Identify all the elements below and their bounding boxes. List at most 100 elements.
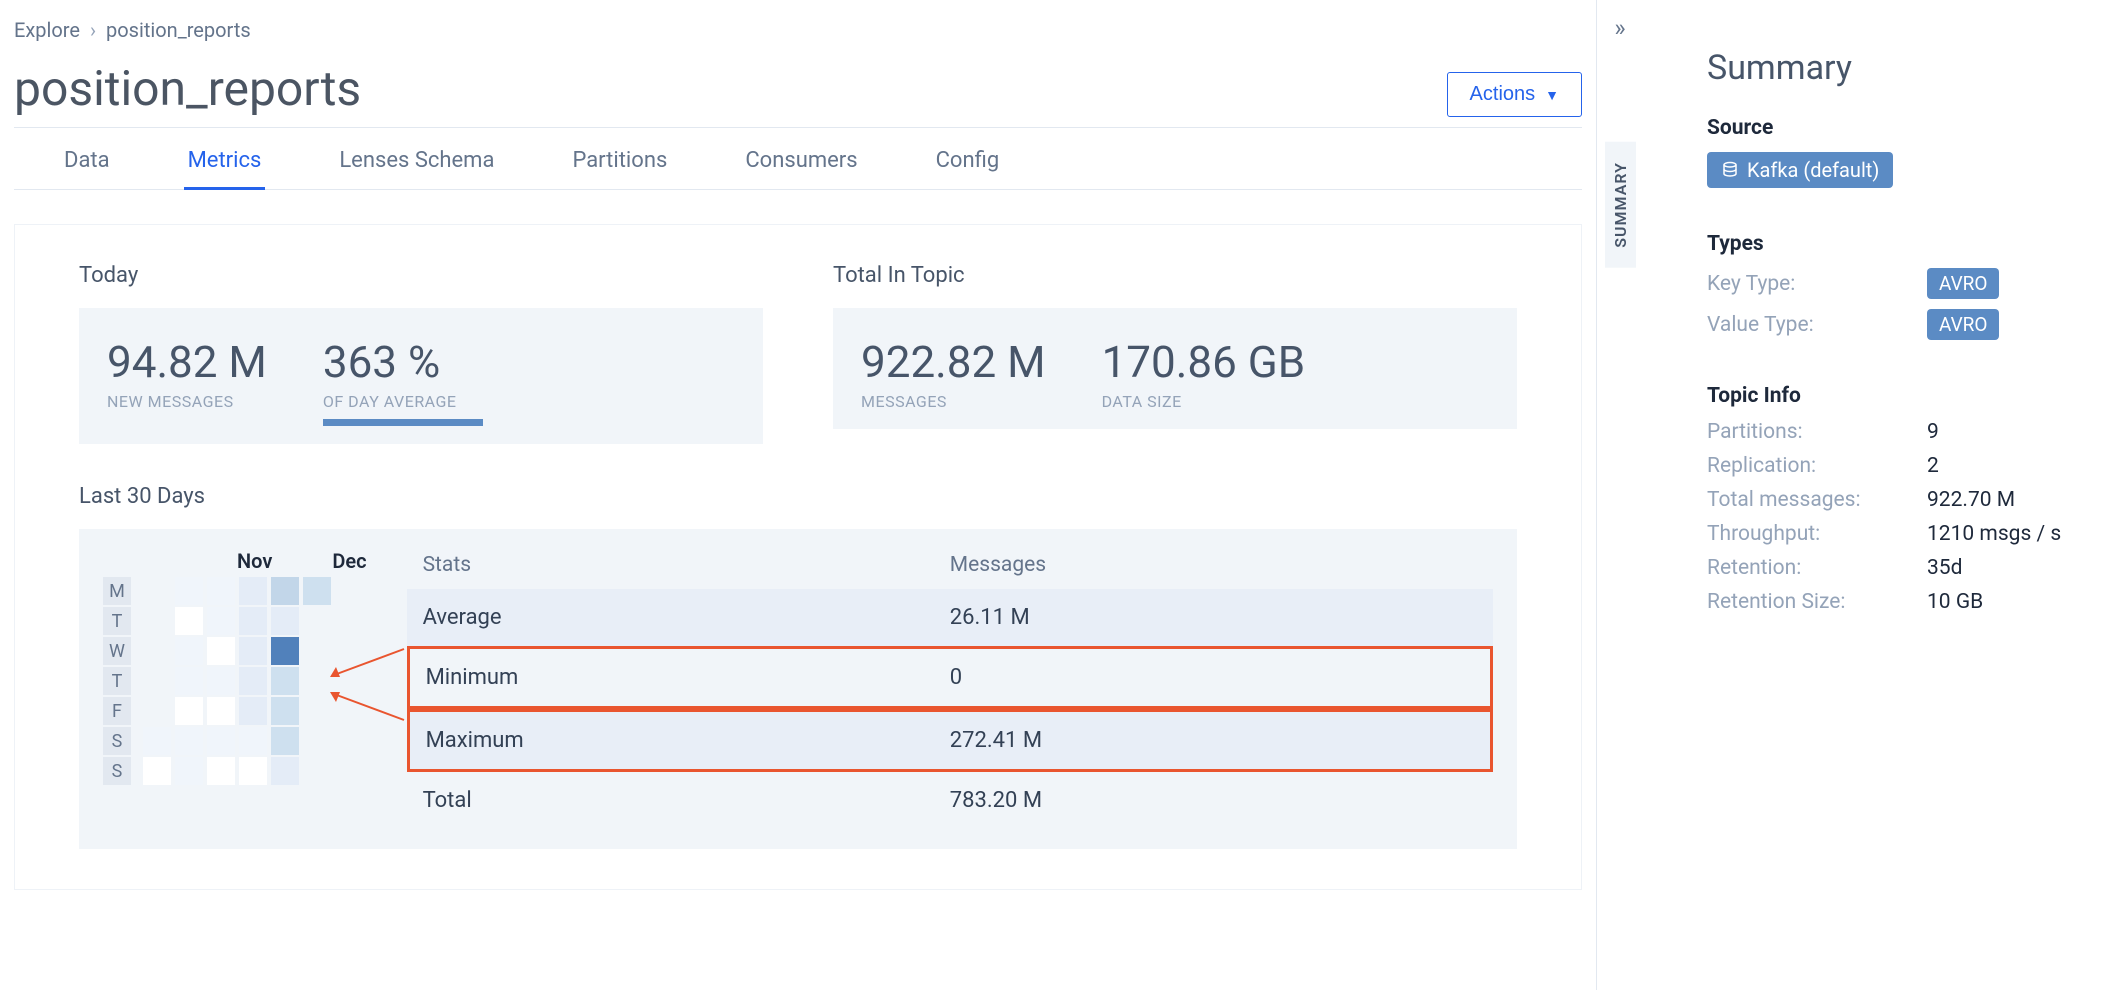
heatmap-cell[interactable] [143,757,171,785]
caret-down-icon: ▼ [1545,87,1559,103]
heatmap-cell[interactable] [207,727,235,755]
topic-info-row: Partitions:9 [1707,420,2127,444]
day-avg-bar [323,419,483,426]
heatmap-cell[interactable] [239,577,267,605]
day-label: T [103,607,131,635]
stats-row-messages: 26.11 M [950,605,1477,630]
heatmap: Nov Dec MTWTFSS [103,549,367,829]
value-type-badge[interactable]: AVRO [1927,309,1999,340]
data-size-label: DATA SIZE [1102,392,1306,411]
stats-row-messages: 0 [950,665,1474,690]
heatmap-cell[interactable] [303,577,331,605]
stats-row-stat: Minimum [426,665,950,690]
topic-info-row: Retention:35d [1707,556,2127,580]
topic-info-value: 2 [1927,454,1939,478]
heatmap-cell[interactable] [175,577,203,605]
topic-info-value: 35d [1927,556,1962,580]
heatmap-cell[interactable] [143,577,171,605]
chevron-right-icon: › [90,18,96,42]
topic-info-title: Topic Info [1707,384,2127,408]
month-dec: Dec [332,549,366,573]
day-label: W [103,637,131,665]
stats-col-header: Stats [423,553,950,577]
topic-info-key: Total messages: [1707,488,1927,512]
heatmap-cell[interactable] [175,757,203,785]
source-badge-label: Kafka (default) [1747,158,1879,182]
heatmap-cell[interactable] [239,727,267,755]
breadcrumb-root[interactable]: Explore [14,18,80,42]
heatmap-cell[interactable] [271,637,299,665]
heatmap-cell[interactable] [239,757,267,785]
heatmap-cell[interactable] [175,697,203,725]
heatmap-cell[interactable] [239,637,267,665]
heatmap-cell[interactable] [303,607,331,635]
heatmap-cell[interactable] [175,637,203,665]
value-type-label: Value Type: [1707,313,1927,337]
tab-data[interactable]: Data [60,134,114,189]
heatmap-cell[interactable] [239,607,267,635]
day-label: S [103,757,131,785]
heatmap-cell[interactable] [303,667,331,695]
heatmap-cell[interactable] [239,667,267,695]
topic-info-value: 922.70 M [1927,488,2015,512]
heatmap-cell[interactable] [303,697,331,725]
tab-lenses-schema[interactable]: Lenses Schema [335,134,498,189]
heatmap-cell[interactable] [143,697,171,725]
day-avg-label: OF DAY AVERAGE [323,392,483,411]
summary-title: Summary [1707,48,2127,88]
heatmap-cell[interactable] [271,697,299,725]
heatmap-cell[interactable] [207,667,235,695]
heatmap-cell[interactable] [143,667,171,695]
heatmap-cell[interactable] [271,667,299,695]
heatmap-cell[interactable] [175,607,203,635]
heatmap-cell[interactable] [207,577,235,605]
heatmap-cell[interactable] [207,607,235,635]
tab-consumers[interactable]: Consumers [741,134,861,189]
actions-button[interactable]: Actions ▼ [1447,72,1582,117]
topic-info-key: Retention: [1707,556,1927,580]
stats-table: Stats Messages Average26.11 MMinimum0Max… [407,549,1493,829]
tabs: Data Metrics Lenses Schema Partitions Co… [14,134,1582,190]
heatmap-cell[interactable] [303,727,331,755]
actions-label: Actions [1470,83,1536,106]
source-title: Source [1707,116,2127,140]
topic-info-key: Throughput: [1707,522,1927,546]
topic-info-key: Replication: [1707,454,1927,478]
summary-tab[interactable]: SUMMARY [1605,142,1636,268]
heatmap-cell[interactable] [175,727,203,755]
day-label: T [103,667,131,695]
heatmap-cell[interactable] [143,607,171,635]
topic-info-row: Replication:2 [1707,454,2127,478]
topic-info-value: 1210 msgs / s [1927,522,2061,546]
heatmap-cell[interactable] [207,697,235,725]
collapse-chevrons-icon[interactable]: » [1614,14,1625,42]
stats-row: Maximum272.41 M [407,709,1493,772]
source-badge[interactable]: Kafka (default) [1707,152,1893,188]
heatmap-cell[interactable] [271,727,299,755]
heatmap-cell[interactable] [303,757,331,785]
heatmap-cell[interactable] [175,667,203,695]
topic-info-value: 9 [1927,420,1939,444]
heatmap-cell[interactable] [143,637,171,665]
metrics-panel: Today 94.82 M NEW MESSAGES 363 % OF DAY … [14,224,1582,890]
types-title: Types [1707,232,2127,256]
tab-partitions[interactable]: Partitions [568,134,671,189]
month-nov: Nov [237,549,272,573]
last30-title: Last 30 Days [79,484,1517,509]
tab-config[interactable]: Config [932,134,1004,189]
heatmap-cell[interactable] [207,637,235,665]
today-title: Today [79,263,763,288]
stats-row-messages: 783.20 M [950,788,1477,813]
topic-info-key: Retention Size: [1707,590,1927,614]
heatmap-cell[interactable] [239,697,267,725]
today-stats: 94.82 M NEW MESSAGES 363 % OF DAY AVERAG… [79,308,763,444]
tab-metrics[interactable]: Metrics [184,134,266,190]
stats-row: Minimum0 [407,646,1493,709]
heatmap-cell[interactable] [303,637,331,665]
heatmap-cell[interactable] [207,757,235,785]
heatmap-cell[interactable] [271,577,299,605]
heatmap-cell[interactable] [271,607,299,635]
heatmap-cell[interactable] [271,757,299,785]
key-type-badge[interactable]: AVRO [1927,268,1999,299]
heatmap-cell[interactable] [143,727,171,755]
